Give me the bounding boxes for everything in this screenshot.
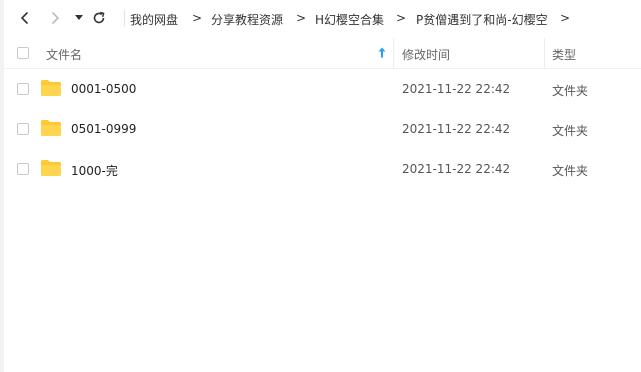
- file-name[interactable]: 0501-0999: [71, 122, 136, 136]
- file-row[interactable]: 0001-0500 2021-11-22 22:42 文件夹: [4, 69, 641, 109]
- file-name[interactable]: 0001-0500: [71, 82, 136, 96]
- history-dropdown-button[interactable]: [70, 9, 88, 27]
- breadcrumb-separator: >: [560, 11, 571, 25]
- file-list-header: 文件名 修改时间 类型: [4, 38, 641, 69]
- file-type: 文件夹: [552, 84, 589, 98]
- chevron-left-icon: [20, 11, 29, 25]
- file-modified-time: 2021-11-22 22:42: [402, 82, 511, 96]
- folder-icon: [41, 80, 61, 96]
- breadcrumb-item-shared-resources[interactable]: 分享教程资源: [211, 11, 283, 28]
- navigation-toolbar: 我的网盘 > 分享教程资源 > H幻樱空合集 > P贫僧遇到了和尚-幻樱空 >: [4, 0, 641, 36]
- breadcrumb-separator: >: [296, 11, 307, 25]
- breadcrumb-item-collection[interactable]: H幻樱空合集: [315, 11, 384, 28]
- chevron-right-icon: [51, 11, 60, 25]
- sort-ascending-icon[interactable]: [378, 47, 386, 58]
- row-checkbox[interactable]: [17, 163, 29, 175]
- select-all-checkbox[interactable]: [17, 47, 29, 59]
- forward-button[interactable]: [46, 9, 64, 27]
- column-header-name[interactable]: 文件名: [46, 46, 82, 63]
- row-checkbox[interactable]: [17, 83, 29, 95]
- file-modified-time: 2021-11-22 22:42: [402, 122, 511, 136]
- column-header-modified[interactable]: 修改时间: [402, 46, 450, 63]
- file-type: 文件夹: [552, 164, 589, 178]
- file-name[interactable]: 1000-完: [71, 162, 118, 179]
- refresh-icon: [93, 11, 105, 24]
- row-checkbox[interactable]: [17, 123, 29, 135]
- breadcrumb-item-my-drive[interactable]: 我的网盘: [130, 11, 178, 28]
- file-row[interactable]: 1000-完 2021-11-22 22:42 文件夹: [4, 149, 641, 189]
- folder-icon: [41, 120, 61, 136]
- folder-icon: [41, 160, 61, 176]
- file-type: 文件夹: [552, 124, 589, 138]
- file-modified-time: 2021-11-22 22:42: [402, 162, 511, 176]
- back-button[interactable]: [16, 9, 34, 27]
- refresh-button[interactable]: [90, 9, 108, 27]
- column-divider[interactable]: [544, 38, 545, 68]
- column-divider[interactable]: [393, 38, 394, 68]
- breadcrumb-item-current-folder[interactable]: P贫僧遇到了和尚-幻樱空: [416, 11, 548, 28]
- caret-down-icon: [75, 15, 83, 20]
- file-row[interactable]: 0501-0999 2021-11-22 22:42 文件夹: [4, 109, 641, 149]
- column-header-type[interactable]: 类型: [552, 46, 576, 63]
- toolbar-divider: [124, 10, 125, 26]
- breadcrumb-separator: >: [396, 11, 407, 25]
- breadcrumb-separator: >: [192, 11, 203, 25]
